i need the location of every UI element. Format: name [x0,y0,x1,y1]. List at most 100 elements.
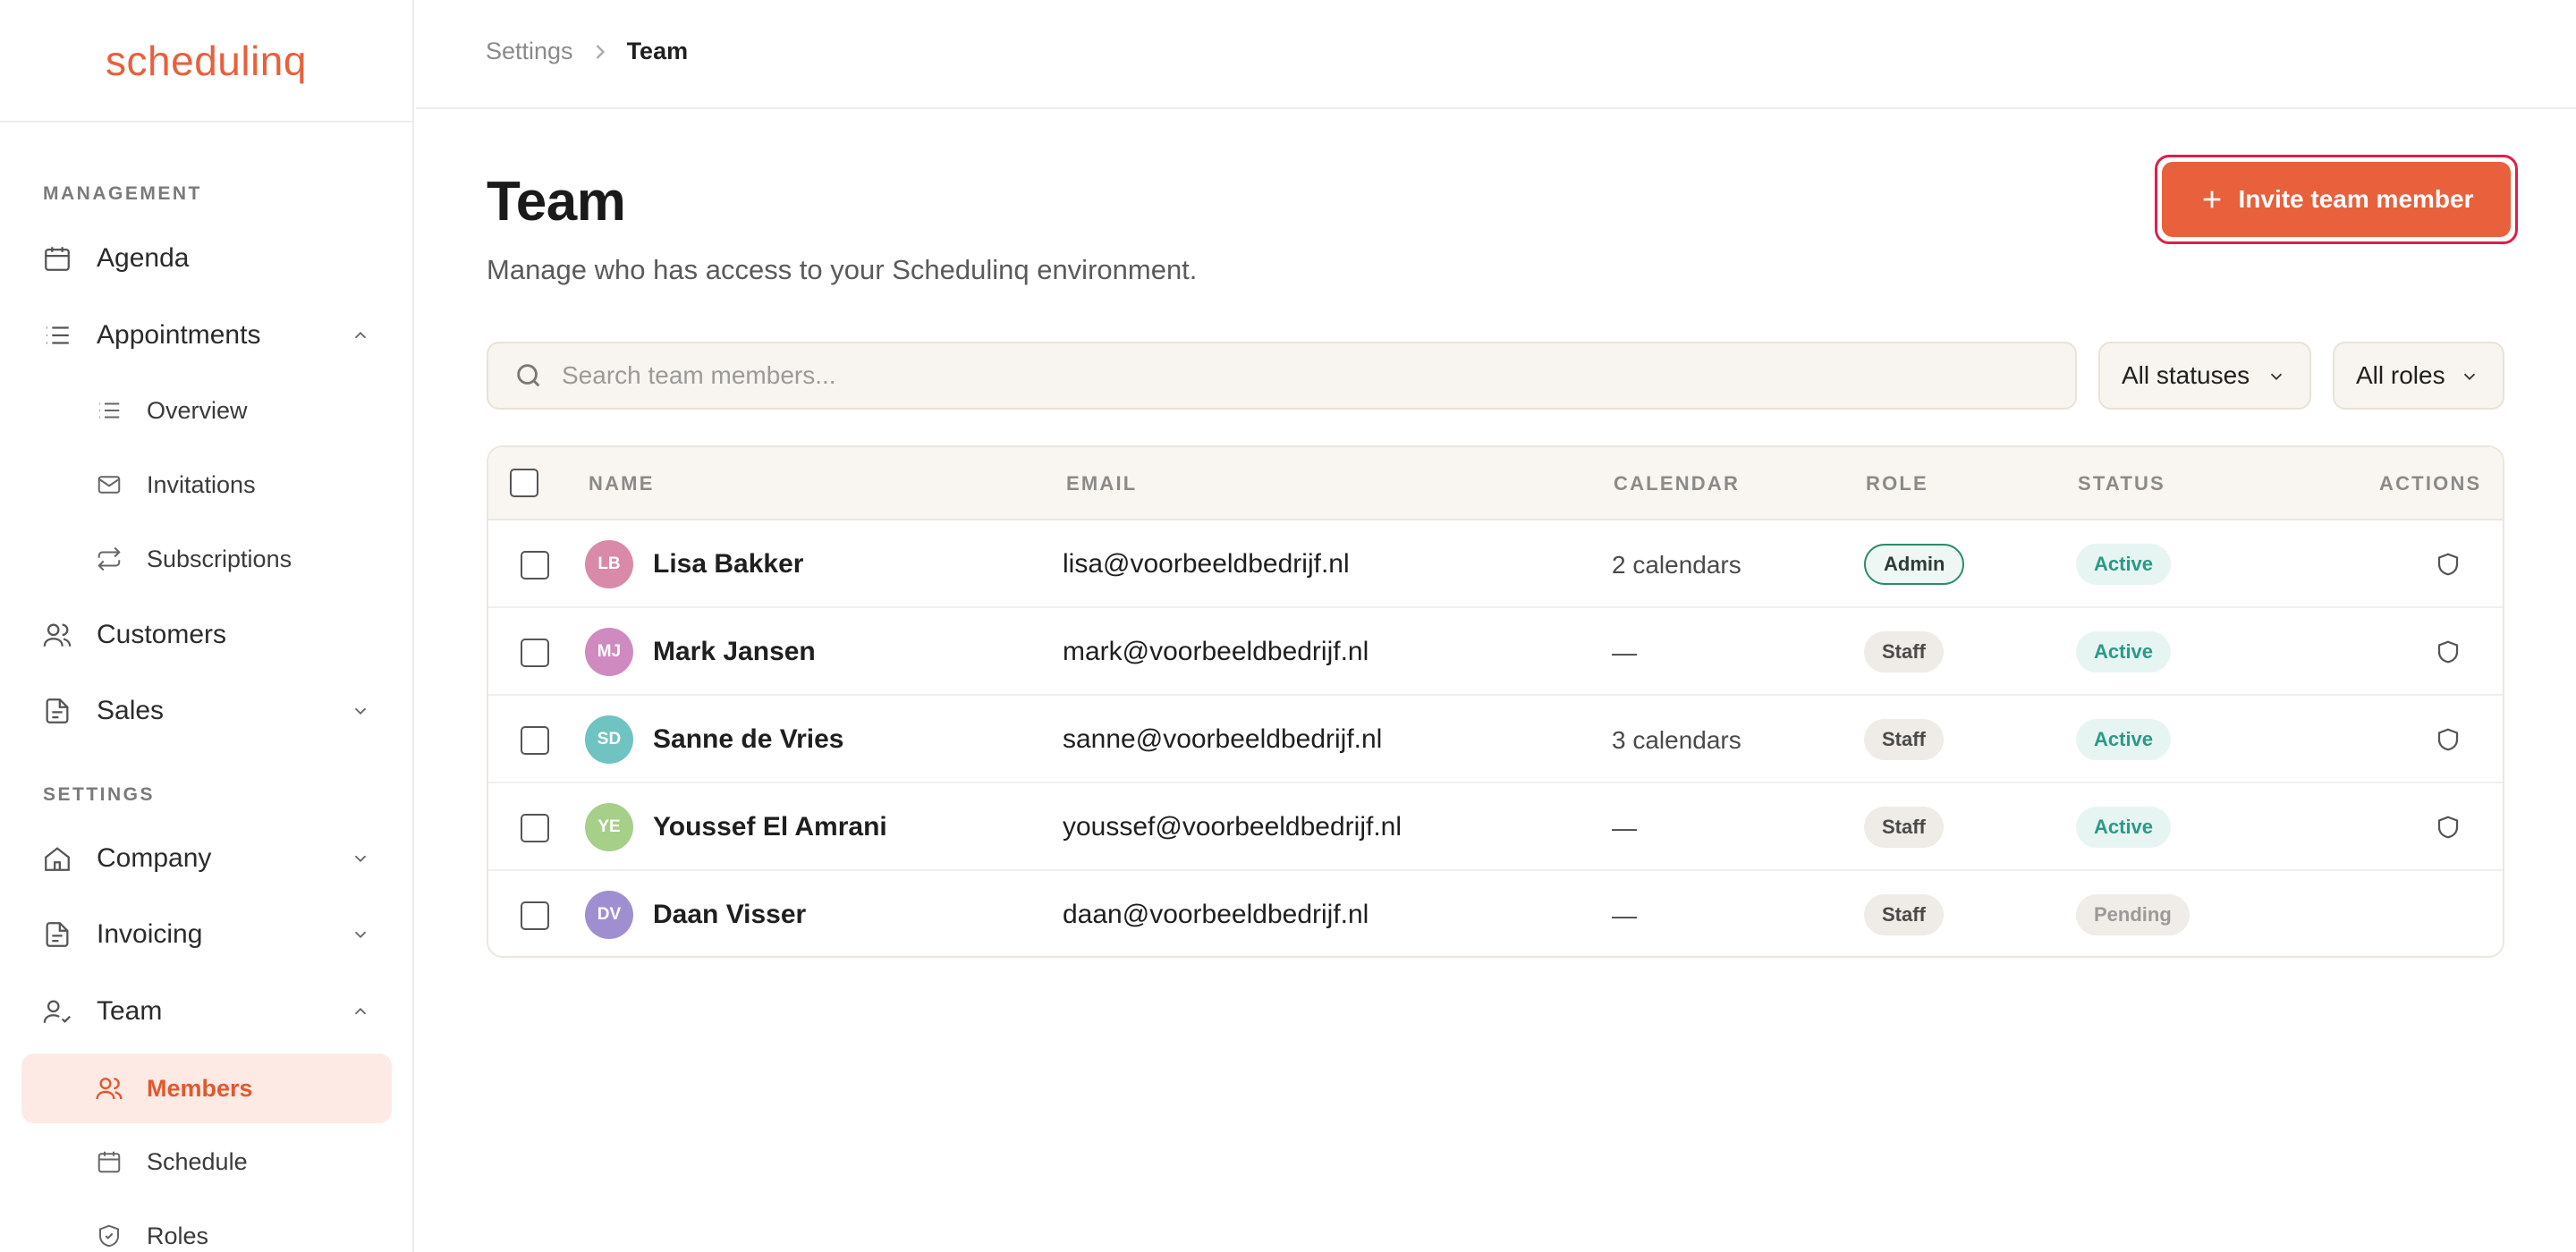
row-checkbox[interactable] [521,814,549,842]
sidebar-item-team[interactable]: Team [21,977,392,1046]
table-row[interactable]: SD Sanne de Vries sanne@voorbeeldbedrijf… [488,696,2503,783]
shield-icon[interactable] [2435,814,2462,841]
table-row[interactable]: YE Youssef El Amrani youssef@voorbeeldbe… [488,783,2503,871]
chevron-down-icon [2463,373,2476,381]
sidebar-item-sales[interactable]: Sales [21,676,392,746]
table-row[interactable]: DV Daan Visser daan@voorbeeldbedrijf.nl … [488,871,2503,956]
sidebar-item-invitations[interactable]: Invitations [21,450,392,520]
sidebar: schedulinq MANAGEMENT Agenda Appointment… [0,0,414,1252]
mail-icon [95,470,123,499]
role-filter-dropdown[interactable]: All roles [2333,342,2504,410]
column-header-email[interactable]: EMAIL [1066,472,1137,495]
row-checkbox[interactable] [521,726,549,755]
role-badge: Staff [1864,807,1944,848]
sidebar-item-label: Members [147,1074,253,1102]
chevron-up-icon [354,1007,367,1015]
sidebar-item-company[interactable]: Company [21,824,392,893]
status-badge: Active [2076,631,2172,673]
role-badge: Admin [1864,544,1965,585]
sidebar-item-roles[interactable]: Roles [21,1201,392,1252]
column-header-name[interactable]: NAME [589,472,655,495]
member-email: mark@voorbeeldbedrijf.nl [1063,637,1369,666]
invite-team-member-button[interactable]: Invite team member [2162,162,2511,237]
breadcrumb-current: Team [626,38,689,64]
list-icon [41,319,73,351]
shield-icon[interactable] [2435,551,2462,578]
member-calendar: — [1612,814,1637,842]
member-calendar: — [1612,639,1637,666]
table-row[interactable]: MJ Mark Jansen mark@voorbeeldbedrijf.nl … [488,608,2503,696]
avatar: LB [585,540,633,588]
users-icon [95,1074,123,1103]
calendar-icon [95,1147,123,1176]
logo-area: schedulinq [0,0,412,123]
sidebar-item-subscriptions[interactable]: Subscriptions [21,524,392,594]
status-badge: Pending [2076,894,2190,935]
sidebar-item-label: Agenda [97,243,190,273]
member-name[interactable]: Youssef El Amrani [653,812,887,842]
select-all-checkbox[interactable] [510,469,538,497]
member-calendar: 2 calendars [1612,551,1741,579]
sidebar-item-members[interactable]: Members [21,1053,392,1123]
status-filter-dropdown[interactable]: All statuses [2098,342,2311,410]
breadcrumb-settings[interactable]: Settings [486,38,573,65]
table-row[interactable]: LB Lisa Bakker lisa@voorbeeldbedrijf.nl … [488,520,2503,608]
search-input[interactable] [562,361,2038,390]
member-name[interactable]: Sanne de Vries [653,724,843,755]
shield-check-icon [95,1222,123,1250]
sidebar-item-label: Overview [147,396,248,424]
sidebar-item-label: Sales [97,696,165,725]
row-checkbox[interactable] [521,551,549,579]
sidebar-item-appointments[interactable]: Appointments [21,300,392,370]
avatar: YE [585,803,633,851]
calendar-icon [41,242,73,275]
chevron-down-icon [354,855,367,863]
role-badge: Staff [1864,631,1944,673]
app-logo[interactable]: schedulinq [106,37,307,85]
sidebar-item-label: Customers [97,620,227,649]
sidebar-item-agenda[interactable]: Agenda [21,224,392,293]
member-calendar: 3 calendars [1612,726,1741,754]
column-header-calendar[interactable]: CALENDAR [1614,472,1740,495]
avatar: MJ [585,628,633,676]
avatar: SD [585,715,633,764]
sidebar-item-overview[interactable]: Overview [21,376,392,445]
row-checkbox[interactable] [521,639,549,667]
sidebar-item-schedule[interactable]: Schedule [21,1127,392,1197]
chevron-up-icon [354,331,367,339]
chevron-right-icon [596,44,605,59]
member-name[interactable]: Daan Visser [653,900,806,930]
member-name[interactable]: Mark Jansen [653,637,816,667]
shield-icon[interactable] [2435,639,2462,665]
search-bar [487,342,2077,410]
breadcrumb: Settings Team [486,38,688,65]
status-filter-label: All statuses [2122,361,2250,389]
member-email: lisa@voorbeeldbedrijf.nl [1063,549,1350,579]
sidebar-item-label: Team [97,996,163,1026]
sidebar-item-customers[interactable]: Customers [21,600,392,670]
chevron-down-icon [354,931,367,939]
plus-icon [2203,190,2220,208]
shield-icon[interactable] [2435,726,2462,753]
sidebar-item-label: Roles [147,1222,209,1249]
member-email: sanne@voorbeeldbedrijf.nl [1063,724,1383,754]
member-calendar: — [1612,901,1637,929]
page-title: Team [487,171,626,233]
column-header-role[interactable]: ROLE [1866,472,1928,495]
topbar: Settings Team [416,0,2576,109]
row-checkbox[interactable] [521,901,549,930]
page-subtitle: Manage who has access to your Schedulinq… [487,254,1198,285]
sidebar-item-label: Subscriptions [147,545,292,572]
table-header: NAME EMAIL CALENDAR ROLE STATUS ACTIONS [488,447,2503,520]
column-header-status[interactable]: STATUS [2078,472,2165,495]
role-badge: Staff [1864,719,1944,760]
document-icon [41,918,73,951]
column-header-actions: ACTIONS [2379,472,2482,495]
sidebar-item-invoicing[interactable]: Invoicing [21,900,392,969]
users-icon [41,619,73,651]
role-badge: Staff [1864,894,1944,935]
sidebar-item-label: Invitations [147,470,256,498]
member-email: youssef@voorbeeldbedrijf.nl [1063,812,1402,842]
member-name[interactable]: Lisa Bakker [653,549,803,579]
status-badge: Active [2076,807,2172,848]
